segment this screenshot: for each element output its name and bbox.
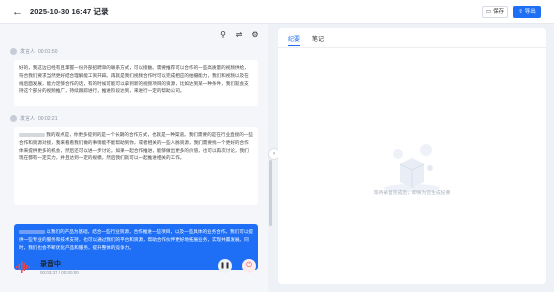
recording-time: 00:03:37 / 00:00:00 (40, 270, 79, 275)
save-button-label: 保存 (493, 9, 505, 15)
transcript-bubble[interactable]: 我的观点是，你更多提到的是一个长期的合作方式，也就是一种渠道。我们需要的是在行业… (14, 127, 258, 205)
transcript-text: 好的，我这边已经有且掌握一份外部招聘单的联系方式，可以接触。需要推荐可以合作的一… (19, 65, 249, 94)
save-icon: ▭ (485, 9, 492, 15)
speaker-time: 00:01:50 (38, 48, 58, 55)
translate-icon[interactable]: ⇌ (234, 30, 244, 40)
recording-status: 录音中 (40, 261, 61, 268)
transcript-toolbar: ⚲ ⇌ ⚙ (218, 30, 260, 40)
tab-notes[interactable]: 笔记 (312, 34, 324, 46)
tab-summary[interactable]: 纪要 (288, 34, 301, 46)
redacted-name (19, 229, 45, 234)
empty-state-illustration (384, 144, 440, 192)
top-bar: ← 2025-10-30 16:47 记录 ▭ 保存 ⇧ 导出 (0, 0, 554, 24)
chevron-right-icon: › (273, 151, 275, 157)
stop-button[interactable]: ⏻ (242, 259, 256, 273)
speaker-row: 发言人 00:02:21 (10, 115, 57, 122)
recorder-bar: 录音中 00:03:37 / 00:00:00 ❚❚ ⏻ (10, 252, 262, 282)
pause-icon: ❚❚ (219, 263, 231, 269)
speaker-name: 发言人 (20, 49, 36, 55)
transcript-panel: ⚲ ⇌ ⚙ 发言人 00:01:50 好的，我这边已经有且掌握一份外部招聘单的联… (0, 24, 268, 292)
export-button-label: 导出 (524, 9, 536, 15)
divider (278, 47, 546, 48)
summary-panel: 纪要 笔记 等待录音完成后，即将为您生成纪要 (278, 28, 546, 284)
avatar (10, 115, 17, 122)
waveform-icon (16, 261, 30, 273)
export-button[interactable]: ⇧ 导出 (513, 6, 541, 18)
speaker-row: 发言人 00:01:50 (10, 48, 57, 55)
speaker-name: 发言人 (20, 116, 36, 122)
redacted-name (19, 132, 45, 137)
avatar (10, 48, 17, 55)
settings-icon[interactable]: ⚙ (250, 30, 260, 40)
speaker-time: 00:02:21 (38, 115, 58, 122)
upload-icon: ⇧ (518, 9, 523, 15)
arrow-left-icon[interactable]: ← (12, 6, 24, 18)
empty-state-text: 等待录音完成后，即将为您生成纪要 (373, 191, 451, 196)
pause-button[interactable]: ❚❚ (218, 259, 232, 273)
search-icon[interactable]: ⚲ (218, 30, 228, 40)
transcript-bubble[interactable]: 好的，我这边已经有且掌握一份外部招聘单的联系方式，可以接触。需要推荐可以合作的一… (14, 60, 258, 106)
transcript-scrollbar[interactable] (269, 160, 272, 226)
save-button[interactable]: ▭ 保存 (482, 6, 508, 18)
transcript-text: 以我们的产品为基础，结合一些行业资源，合作推进一些项目，以及一些具体的业务合作。… (19, 229, 254, 250)
transcript-text: 我的观点是，你更多提到的是一个长期的合作方式，也就是一种渠道。我们需要的是在行业… (19, 132, 254, 161)
summary-tabs: 纪要 笔记 (288, 34, 324, 46)
power-icon: ⏻ (246, 262, 252, 269)
page-title: 2025-10-30 16:47 记录 (30, 7, 109, 16)
